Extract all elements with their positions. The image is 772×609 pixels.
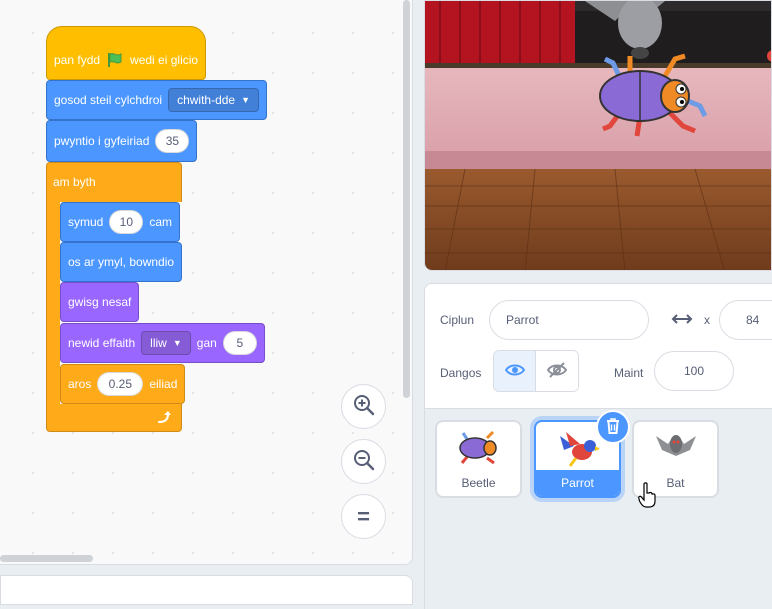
zoom-in-button[interactable] [341,384,386,429]
move-suffix: cam [149,215,173,229]
eye-slash-icon [546,361,568,381]
sprite-info-panel: Ciplun Parrot x 84 Dangos Maint 100 [424,283,772,409]
zoom-out-icon [352,448,376,475]
stage[interactable] [424,0,772,271]
rotation-style-value: chwith-dde [177,93,236,107]
zoom-reset-button[interactable]: = [341,494,386,539]
bat-thumbnail [654,430,698,465]
parrot-thumbnail [556,428,602,471]
chevron-down-icon: ▼ [241,95,251,105]
zoom-out-button[interactable] [341,439,386,484]
size-value: 100 [683,364,705,378]
sprite-tile-beetle[interactable]: Beetle [435,420,522,498]
green-flag-icon [106,51,124,69]
forever-label: am byth [53,175,96,189]
sprite-name-label: Ciplun [440,313,475,327]
zoom-reset-icon: = [357,503,370,529]
steps-input[interactable]: 10 [109,210,144,234]
hat-label-after: wedi ei glicio [130,53,199,67]
show-hidden-button[interactable] [536,351,578,391]
when-flag-clicked-block[interactable]: pan fydd wedi ei glicio [46,26,207,80]
size-label: Maint [614,366,644,380]
bounce-label: os ar ymyl, bowndio [68,255,175,269]
hat-label-before: pan fydd [54,53,101,67]
point-label: pwyntio i gyfeiriad [54,134,150,148]
x-label: x [704,313,710,327]
size-field[interactable]: 100 [654,351,734,391]
change-effect-block[interactable]: newid effaith lliw ▼ gan 5 [60,323,265,363]
code-area[interactable]: am byth pan fydd wedi ei glicio gosod st… [0,0,413,565]
bounce-block[interactable]: os ar ymyl, bowndio [60,242,183,282]
costume-label: gwisg nesaf [68,295,132,309]
sprite-name-field[interactable]: Parrot [489,300,649,340]
wait-block[interactable]: aros 0.25 eiliad [60,364,186,404]
effect-dropdown[interactable]: lliw ▼ [141,331,191,355]
horizontal-scrollbar[interactable] [0,555,93,562]
wait-seconds-input[interactable]: 0.25 [97,372,144,396]
horizontal-arrows-icon [671,312,693,329]
effect-value: lliw [150,336,167,350]
effect-label: newid effaith [68,336,136,350]
next-costume-block[interactable]: gwisg nesaf [60,282,140,322]
zoom-in-icon [352,393,376,420]
sprite-name-value: Parrot [506,313,539,327]
show-visible-button[interactable] [494,351,537,391]
beetle-thumbnail [457,430,501,469]
wait-label: aros [68,377,92,391]
sprite-name-parrot: Parrot [561,476,594,490]
delete-sprite-button[interactable] [596,410,630,444]
loop-arrow-icon [156,409,172,428]
x-position-field[interactable]: 84 [719,300,772,340]
move-steps-block[interactable]: symud 10 cam [60,202,181,242]
trash-icon [605,417,621,438]
effect-amount-input[interactable]: 5 [222,331,257,355]
hand-cursor-icon [638,482,656,511]
vertical-scrollbar[interactable] [403,0,410,398]
stage-backdrop [425,1,771,270]
sprite-name-beetle: Beetle [461,476,496,490]
rotation-label: gosod steil cylchdroi [54,93,163,107]
show-label: Dangos [440,366,482,380]
set-rotation-style-block[interactable]: gosod steil cylchdroi chwith-dde ▼ [46,80,268,120]
rotation-style-dropdown[interactable]: chwith-dde ▼ [168,88,260,112]
effect-by-label: gan [196,336,217,350]
direction-input[interactable]: 35 [155,129,190,153]
chevron-down-icon: ▼ [172,338,182,348]
wait-suffix: eiliad [149,377,178,391]
x-position-value: 84 [746,313,760,327]
move-label: symud [68,215,104,229]
eye-icon [504,363,525,380]
lower-pane [0,575,413,605]
point-direction-block[interactable]: pwyntio i gyfeiriad 35 [46,120,198,162]
show-toggle-group [493,350,579,392]
